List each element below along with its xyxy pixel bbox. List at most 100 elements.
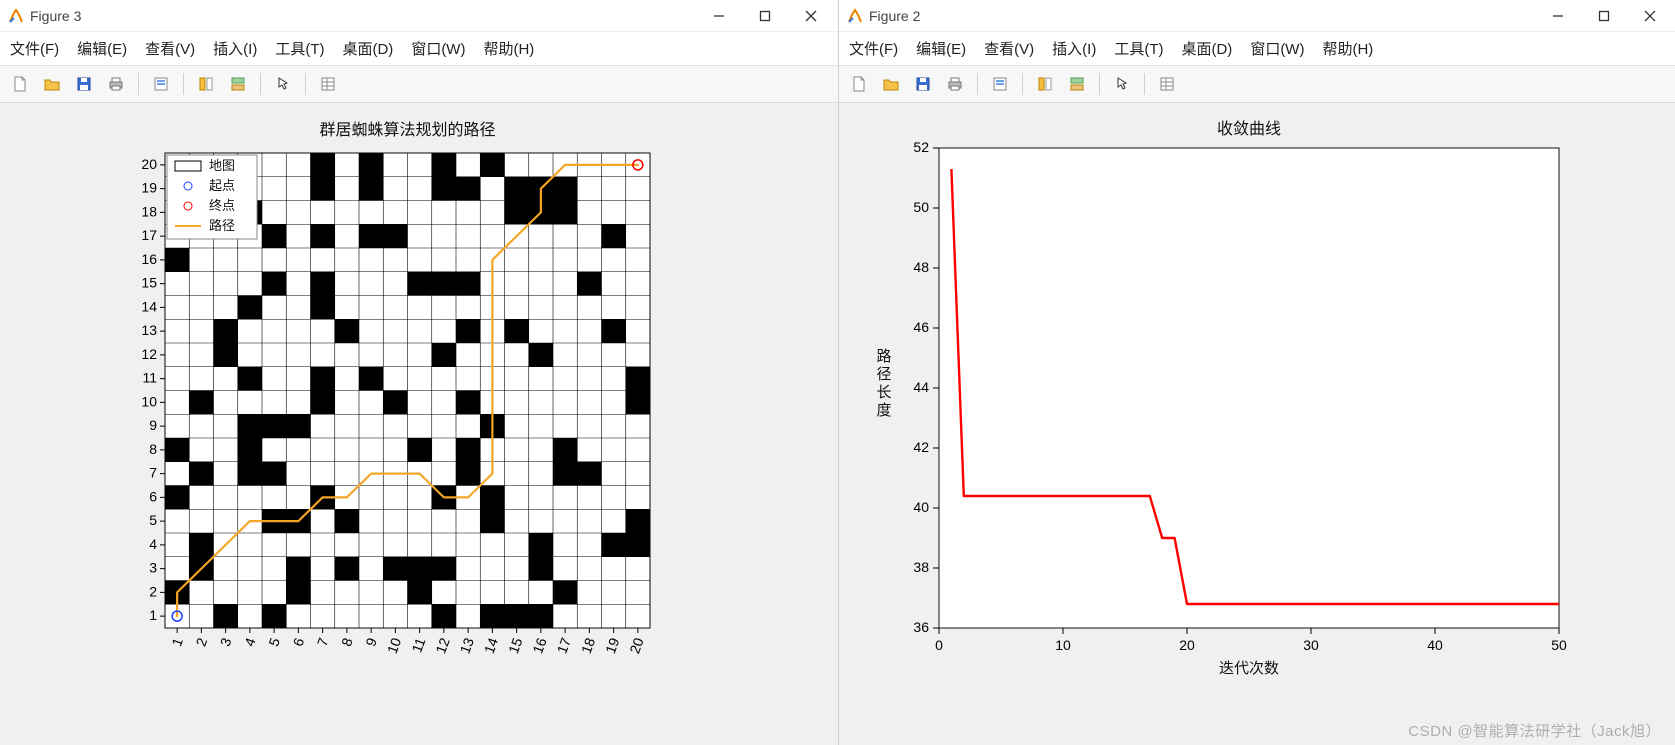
toolbar-separator <box>1144 73 1145 95</box>
svg-text:6: 6 <box>149 488 157 504</box>
new-file-button[interactable] <box>845 70 873 98</box>
svg-text:40: 40 <box>913 499 929 515</box>
svg-text:11: 11 <box>142 370 157 386</box>
figure-window-2: Figure 2 文件(F) 编辑(E) 查看(V) 插入(I) 工具(T) 桌面(D) 窗… <box>839 0 1675 745</box>
inspector-button[interactable] <box>1153 70 1181 98</box>
minimize-button[interactable] <box>1535 0 1581 32</box>
open-file-button[interactable] <box>877 70 905 98</box>
open-file-button[interactable] <box>38 70 66 98</box>
menubar[interactable]: 文件(F) 编辑(E) 查看(V) 插入(I) 工具(T) 桌面(D) 窗口(W) 帮助(H) <box>839 32 1675 66</box>
svg-text:18: 18 <box>141 203 157 219</box>
menu-3[interactable]: 插入(I) <box>213 38 257 59</box>
svg-text:7: 7 <box>149 465 157 481</box>
menu-0[interactable]: 文件(F) <box>849 38 898 59</box>
close-button[interactable] <box>788 0 834 32</box>
app-icon <box>8 8 24 24</box>
menu-2[interactable]: 查看(V) <box>984 38 1034 59</box>
svg-text:迭代次数: 迭代次数 <box>1219 660 1279 677</box>
menu-7[interactable]: 帮助(H) <box>483 38 534 59</box>
data-cursor-button[interactable] <box>1031 70 1059 98</box>
svg-text:17: 17 <box>141 227 157 243</box>
menu-2[interactable]: 查看(V) <box>145 38 195 59</box>
save-button[interactable] <box>70 70 98 98</box>
new-file-button[interactable] <box>6 70 34 98</box>
menu-3[interactable]: 插入(I) <box>1052 38 1096 59</box>
minimize-button[interactable] <box>696 0 742 32</box>
data-cursor-button[interactable] <box>192 70 220 98</box>
inspector-button[interactable] <box>314 70 342 98</box>
svg-text:路径: 路径 <box>209 218 235 233</box>
svg-text:群居蜘蛛算法规划的路径: 群居蜘蛛算法规划的路径 <box>319 120 495 139</box>
axes-convergence[interactable]: 01020304050363840424446485052收敛曲线迭代次数路径长… <box>839 103 1675 745</box>
menu-7[interactable]: 帮助(H) <box>1322 38 1373 59</box>
figure-window-3: Figure 3 文件(F) 编辑(E) 查看(V) 插入(I) 工具(T) 桌面(D) 窗… <box>0 0 839 745</box>
svg-text:16: 16 <box>141 251 157 267</box>
svg-text:20: 20 <box>1179 637 1195 653</box>
svg-text:4: 4 <box>241 635 259 648</box>
pointer-button[interactable] <box>1108 70 1136 98</box>
svg-text:15: 15 <box>505 635 525 655</box>
titlebar[interactable]: Figure 3 <box>0 0 838 32</box>
svg-text:8: 8 <box>338 635 356 648</box>
print-button[interactable] <box>941 70 969 98</box>
app-icon <box>847 8 863 24</box>
svg-text:终点: 终点 <box>209 198 235 213</box>
menu-4[interactable]: 工具(T) <box>1114 38 1163 59</box>
axes-path-map[interactable]: 1234567891011121314151617181920123456789… <box>0 103 838 745</box>
svg-text:50: 50 <box>1551 637 1567 653</box>
svg-text:20: 20 <box>626 635 646 655</box>
svg-text:4: 4 <box>149 536 157 552</box>
print-preview-button[interactable] <box>147 70 175 98</box>
menu-5[interactable]: 桌面(D) <box>342 38 393 59</box>
print-preview-button[interactable] <box>986 70 1014 98</box>
svg-text:收敛曲线: 收敛曲线 <box>1217 120 1281 138</box>
svg-text:起点: 起点 <box>209 178 235 193</box>
svg-text:地图: 地图 <box>209 158 235 173</box>
svg-text:2: 2 <box>192 635 210 648</box>
svg-text:12: 12 <box>141 346 157 362</box>
menu-6[interactable]: 窗口(W) <box>1250 38 1304 59</box>
svg-text:42: 42 <box>913 439 929 455</box>
toolbar[interactable] <box>839 66 1675 103</box>
brush-button[interactable] <box>224 70 252 98</box>
save-button[interactable] <box>909 70 937 98</box>
svg-text:36: 36 <box>913 619 929 635</box>
menu-1[interactable]: 编辑(E) <box>77 38 127 59</box>
svg-text:5: 5 <box>265 635 283 648</box>
close-button[interactable] <box>1627 0 1673 32</box>
menu-4[interactable]: 工具(T) <box>275 38 324 59</box>
svg-text:8: 8 <box>149 441 157 457</box>
svg-text:52: 52 <box>913 139 929 155</box>
titlebar[interactable]: Figure 2 <box>839 0 1675 32</box>
toolbar-separator <box>977 73 978 95</box>
brush-button[interactable] <box>1063 70 1091 98</box>
menu-6[interactable]: 窗口(W) <box>411 38 465 59</box>
menu-1[interactable]: 编辑(E) <box>916 38 966 59</box>
toolbar[interactable] <box>0 66 838 103</box>
toolbar-separator <box>305 73 306 95</box>
svg-text:38: 38 <box>913 559 929 575</box>
svg-text:1: 1 <box>149 607 157 623</box>
print-button[interactable] <box>102 70 130 98</box>
menu-5[interactable]: 桌面(D) <box>1181 38 1232 59</box>
svg-text:15: 15 <box>141 275 157 291</box>
svg-text:0: 0 <box>935 637 943 653</box>
maximize-button[interactable] <box>742 0 788 32</box>
svg-text:12: 12 <box>432 635 452 655</box>
menu-0[interactable]: 文件(F) <box>10 38 59 59</box>
toolbar-separator <box>138 73 139 95</box>
svg-text:径: 径 <box>876 366 891 383</box>
svg-text:17: 17 <box>554 635 574 655</box>
maximize-button[interactable] <box>1581 0 1627 32</box>
svg-text:16: 16 <box>529 635 549 655</box>
pointer-button[interactable] <box>269 70 297 98</box>
svg-text:度: 度 <box>876 402 891 419</box>
toolbar-separator <box>1099 73 1100 95</box>
svg-text:19: 19 <box>141 180 157 196</box>
svg-text:11: 11 <box>408 635 428 654</box>
window-title: Figure 2 <box>869 8 920 24</box>
svg-text:1: 1 <box>168 635 186 648</box>
svg-text:6: 6 <box>289 635 307 648</box>
toolbar-separator <box>1022 73 1023 95</box>
menubar[interactable]: 文件(F) 编辑(E) 查看(V) 插入(I) 工具(T) 桌面(D) 窗口(W) 帮助(H) <box>0 32 838 66</box>
